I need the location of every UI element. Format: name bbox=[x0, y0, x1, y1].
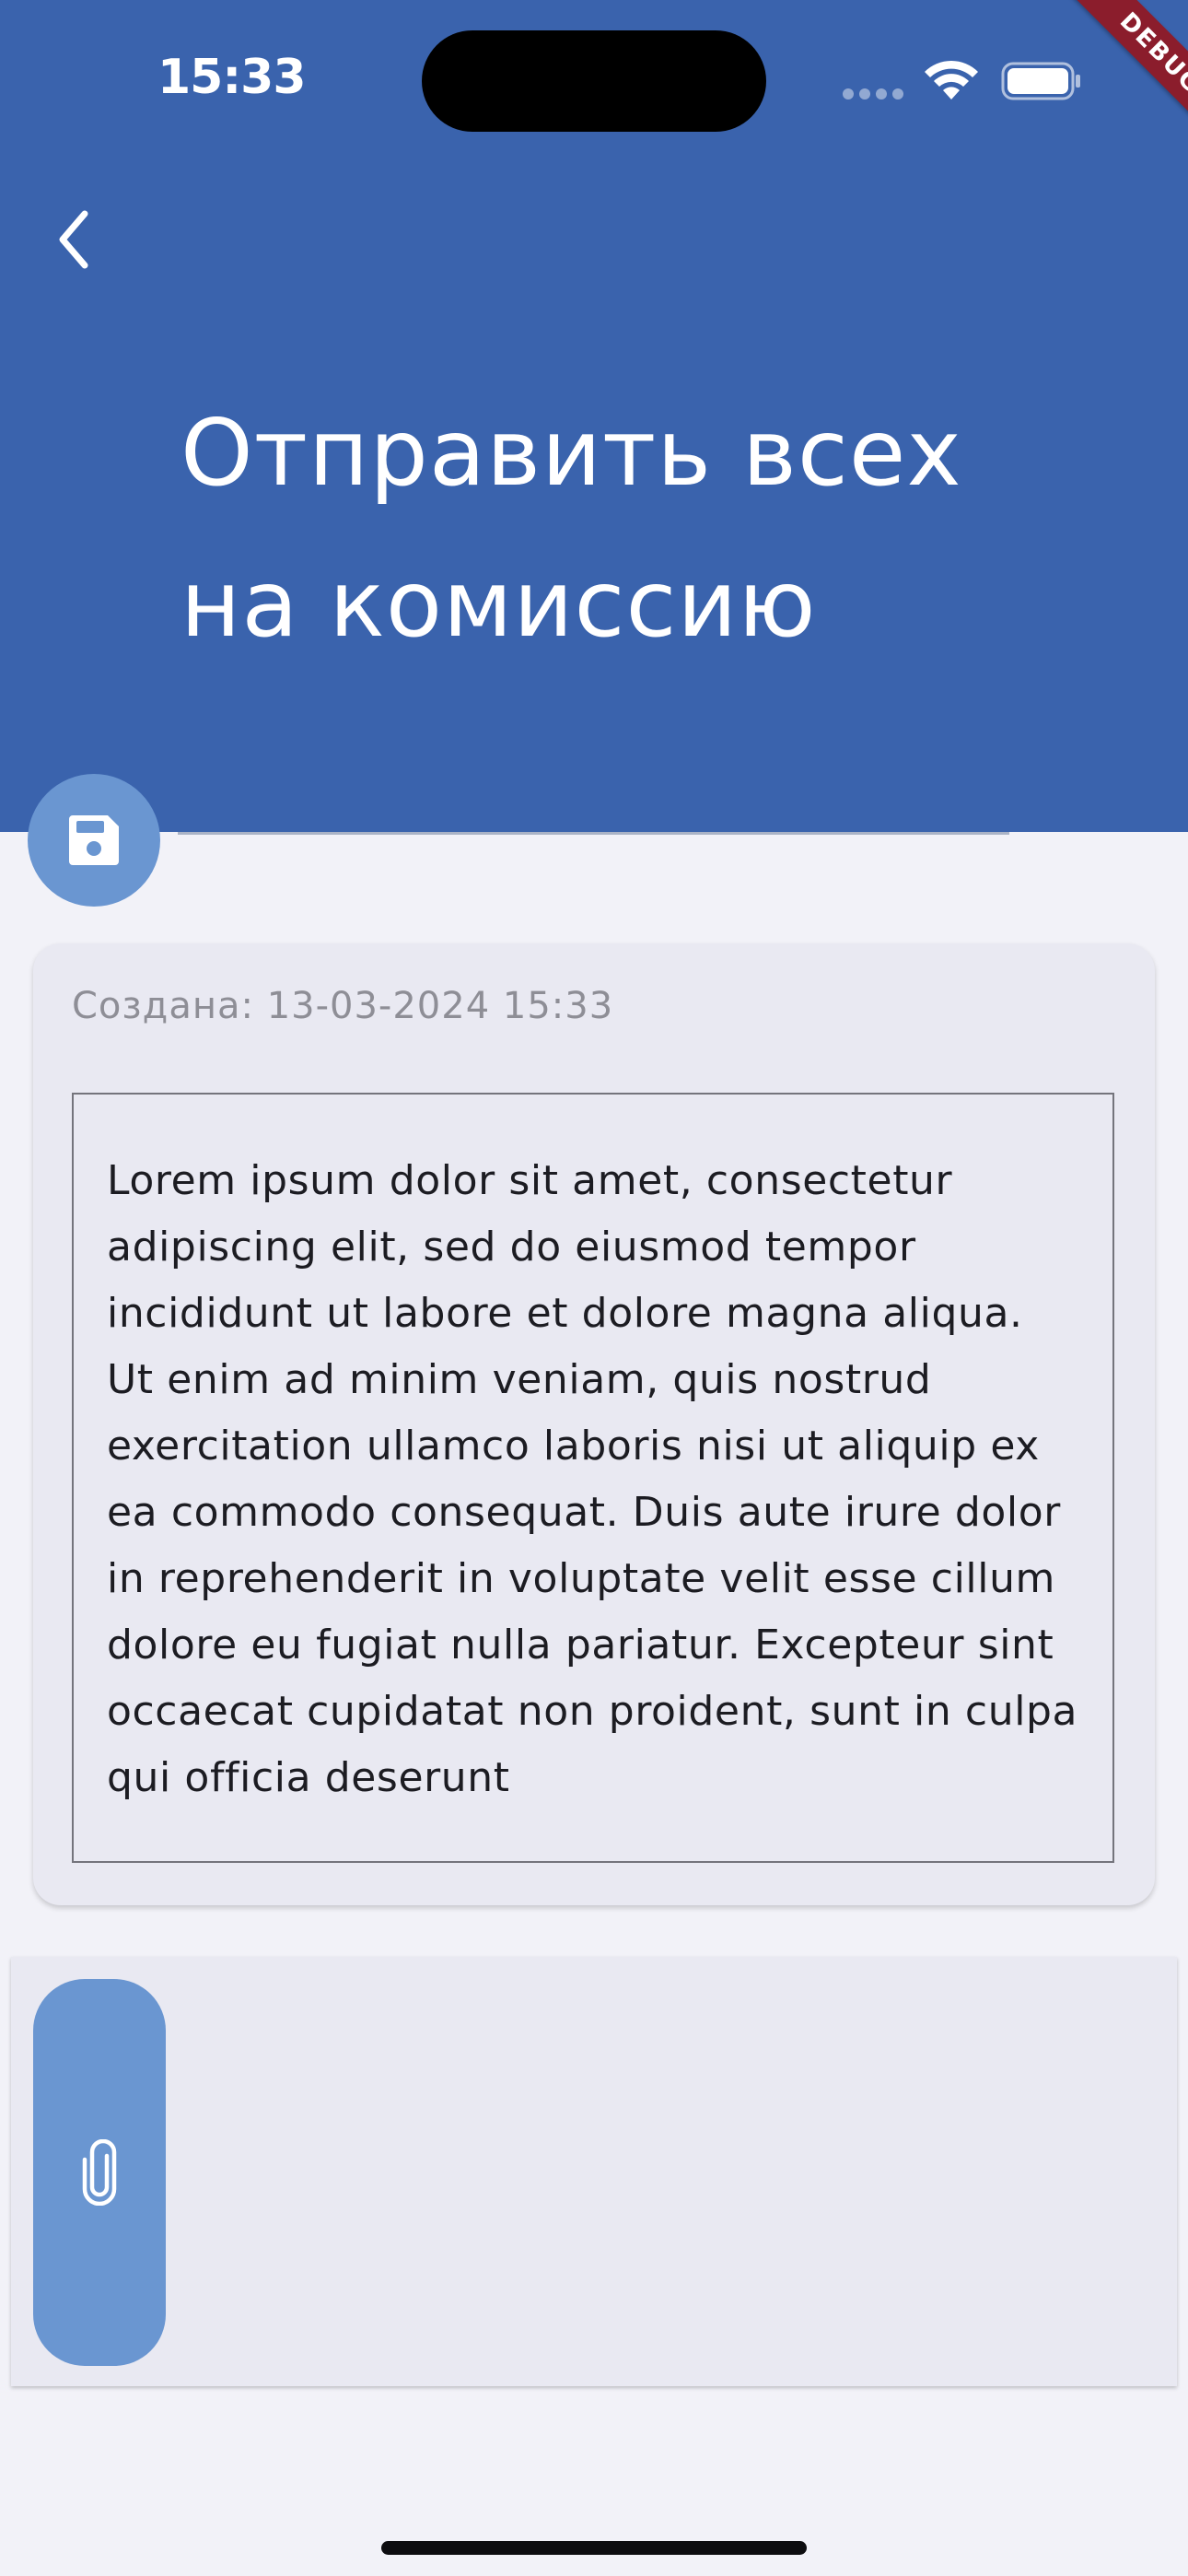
save-button[interactable] bbox=[28, 774, 160, 907]
home-indicator[interactable] bbox=[381, 2541, 807, 2555]
task-description-field[interactable]: Lorem ipsum dolor sit amet, consectetur … bbox=[72, 1093, 1114, 1863]
page-title-line-2: на комиссию bbox=[181, 550, 817, 658]
wifi-icon bbox=[925, 60, 978, 100]
task-card: Создана: 13-03-2024 15:33 Lorem ipsum do… bbox=[33, 943, 1155, 1905]
app-header: 15:33 DEBUG Отправить всех на комиссию bbox=[0, 0, 1188, 832]
attachments-panel bbox=[11, 1957, 1177, 2386]
back-button[interactable] bbox=[46, 203, 111, 276]
floppy-disk-icon bbox=[69, 815, 119, 865]
title-underline bbox=[178, 832, 1009, 835]
created-date-label: Создана: 13-03-2024 15:33 bbox=[72, 985, 614, 1027]
dynamic-island bbox=[422, 30, 766, 132]
page-title-line-1: Отправить всех bbox=[181, 399, 962, 507]
chevron-left-icon bbox=[59, 210, 88, 269]
status-bar-time: 15:33 bbox=[157, 50, 307, 105]
task-description-text: Lorem ipsum dolor sit amet, consectetur … bbox=[107, 1157, 1078, 1801]
paperclip-icon bbox=[82, 2139, 117, 2206]
page-title: Отправить всех на комиссию bbox=[181, 378, 1009, 680]
cellular-signal-icon bbox=[843, 86, 909, 103]
battery-icon bbox=[1001, 62, 1080, 100]
attach-file-button[interactable] bbox=[33, 1979, 166, 2366]
